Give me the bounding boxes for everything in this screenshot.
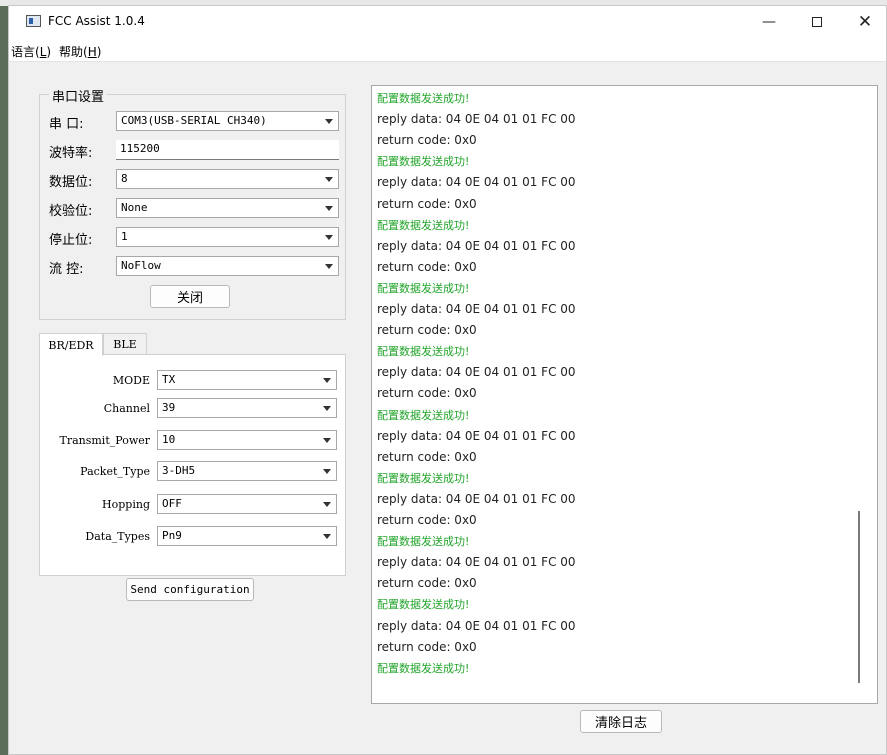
log-line: return code: 0x0	[377, 133, 477, 148]
channel-select[interactable]: 39	[157, 398, 337, 418]
chevron-down-icon	[323, 406, 331, 411]
parity-select[interactable]: None	[116, 198, 339, 218]
param-label-mode: MODE	[112, 374, 150, 387]
param-label-data-types: Data_Types	[85, 530, 150, 543]
stopbits-label: 停止位:	[49, 233, 93, 248]
log-line: return code: 0x0	[377, 639, 477, 654]
log-line: reply data: 04 0E 04 01 01 FC 00	[377, 365, 576, 380]
log-line: 配置数据发送成功!	[377, 281, 470, 295]
tab-br-edr[interactable]: BR/EDR	[39, 333, 103, 356]
log-line: return code: 0x0	[377, 323, 477, 338]
menu-language[interactable]: 语言(L)	[11, 43, 51, 60]
hopping-value: OFF	[162, 497, 182, 510]
flow-value: NoFlow	[121, 259, 161, 272]
send-configuration-button[interactable]: Send configuration	[126, 578, 254, 601]
parity-label: 校验位:	[49, 204, 93, 219]
serial-group-title: 串口设置	[49, 86, 108, 105]
log-line: return code: 0x0	[377, 196, 477, 211]
transmit-power-value: 10	[162, 433, 176, 446]
log-line: reply data: 04 0E 04 01 01 FC 00	[377, 555, 576, 570]
data-types-value: Pn9	[162, 529, 182, 542]
minimize-button[interactable]: —	[746, 6, 792, 38]
log-line: return code: 0x0	[377, 259, 477, 274]
title-bar[interactable]: FCC Assist 1.0.4 — ✕	[9, 6, 886, 38]
log-line: return code: 0x0	[377, 449, 477, 464]
data-types-select[interactable]: Pn9	[157, 526, 337, 546]
chevron-down-icon	[323, 469, 331, 474]
log-line: 配置数据发送成功!	[377, 345, 470, 359]
log-line: reply data: 04 0E 04 01 01 FC 00	[377, 618, 576, 633]
log-line: return code: 0x0	[377, 386, 477, 401]
stopbits-value: 1	[121, 230, 128, 243]
window-title: FCC Assist 1.0.4	[48, 14, 145, 28]
log-line: return code: 0x0	[377, 576, 477, 591]
chevron-down-icon	[323, 502, 331, 507]
chevron-down-icon	[323, 438, 331, 443]
flow-label: 流 控:	[49, 262, 84, 277]
maximize-icon	[812, 17, 822, 27]
menu-bar: 语言(L) 帮助(H)	[9, 38, 886, 62]
param-label-packet-type: Packet_Type	[80, 465, 150, 478]
log-line: reply data: 04 0E 04 01 01 FC 00	[377, 238, 576, 253]
port-label: 串 口:	[49, 117, 84, 132]
menu-language-accel: L	[39, 45, 47, 59]
databits-value: 8	[121, 172, 128, 185]
close-port-button[interactable]: 关闭	[150, 285, 230, 308]
close-window-button[interactable]: ✕	[842, 6, 886, 38]
chevron-down-icon	[325, 177, 333, 182]
log-line: 配置数据发送成功!	[377, 408, 470, 422]
log-line: return code: 0x0	[377, 513, 477, 527]
log-line: 配置数据发送成功!	[377, 661, 470, 675]
log-scrollbar[interactable]	[858, 511, 860, 683]
chevron-down-icon	[325, 119, 333, 124]
app-window: FCC Assist 1.0.4 — ✕ 语言(L) 帮助(H) 串口设置 串 …	[8, 5, 887, 755]
packet-type-value: 3-DH5	[162, 464, 196, 477]
port-value: COM3(USB-SERIAL CH340)	[121, 114, 267, 127]
port-select[interactable]: COM3(USB-SERIAL CH340)	[116, 111, 339, 131]
param-label-transmit-power: Transmit_Power	[59, 434, 150, 447]
tab-ble[interactable]: BLE	[103, 333, 147, 355]
chevron-down-icon	[325, 206, 333, 211]
log-output[interactable]: 配置数据发送成功! reply data: 04 0E 04 01 01 FC 0…	[371, 85, 878, 704]
mode-select[interactable]: TX	[157, 370, 337, 390]
stopbits-select[interactable]: 1	[116, 227, 339, 247]
log-line: reply data: 04 0E 04 01 01 FC 00	[377, 175, 576, 190]
log-line: 配置数据发送成功!	[377, 92, 470, 105]
mode-value: TX	[162, 373, 176, 386]
chevron-down-icon	[323, 378, 331, 383]
app-icon	[26, 15, 41, 27]
baud-input[interactable]: 115200	[116, 140, 339, 160]
chevron-down-icon	[325, 264, 333, 269]
log-line: 配置数据发送成功!	[377, 155, 470, 169]
menu-language-label: 语言	[11, 45, 36, 59]
channel-value: 39	[162, 401, 176, 414]
menu-help-accel: H	[87, 45, 97, 59]
clear-log-button[interactable]: 清除日志	[580, 710, 662, 733]
log-line: reply data: 04 0E 04 01 01 FC 00	[377, 428, 576, 443]
transmit-power-select[interactable]: 10	[157, 430, 337, 450]
log-line: reply data: 04 0E 04 01 01 FC 00	[377, 491, 576, 506]
minimize-icon: —	[762, 14, 776, 30]
packet-type-select[interactable]: 3-DH5	[157, 461, 337, 481]
log-line: 配置数据发送成功!	[377, 598, 470, 612]
log-line: reply data: 04 0E 04 01 01 FC 00	[377, 302, 576, 316]
baud-label: 波特率:	[49, 146, 93, 161]
menu-help[interactable]: 帮助(H)	[59, 43, 101, 60]
param-label-channel: Channel	[103, 402, 150, 415]
chevron-down-icon	[323, 534, 331, 539]
log-line: 配置数据发送成功!	[377, 471, 470, 485]
databits-select[interactable]: 8	[116, 169, 339, 189]
menu-help-label: 帮助	[59, 45, 84, 59]
param-label-hopping: Hopping	[102, 498, 150, 511]
databits-label: 数据位:	[49, 175, 93, 190]
flow-select[interactable]: NoFlow	[116, 256, 339, 276]
hopping-select[interactable]: OFF	[157, 494, 337, 514]
log-line: 配置数据发送成功!	[377, 535, 470, 549]
parity-value: None	[121, 201, 148, 214]
chevron-down-icon	[325, 235, 333, 240]
log-line: 配置数据发送成功!	[377, 218, 470, 232]
close-icon: ✕	[857, 12, 873, 32]
log-line: reply data: 04 0E 04 01 01 FC 00	[377, 112, 576, 127]
maximize-button[interactable]	[794, 6, 840, 38]
